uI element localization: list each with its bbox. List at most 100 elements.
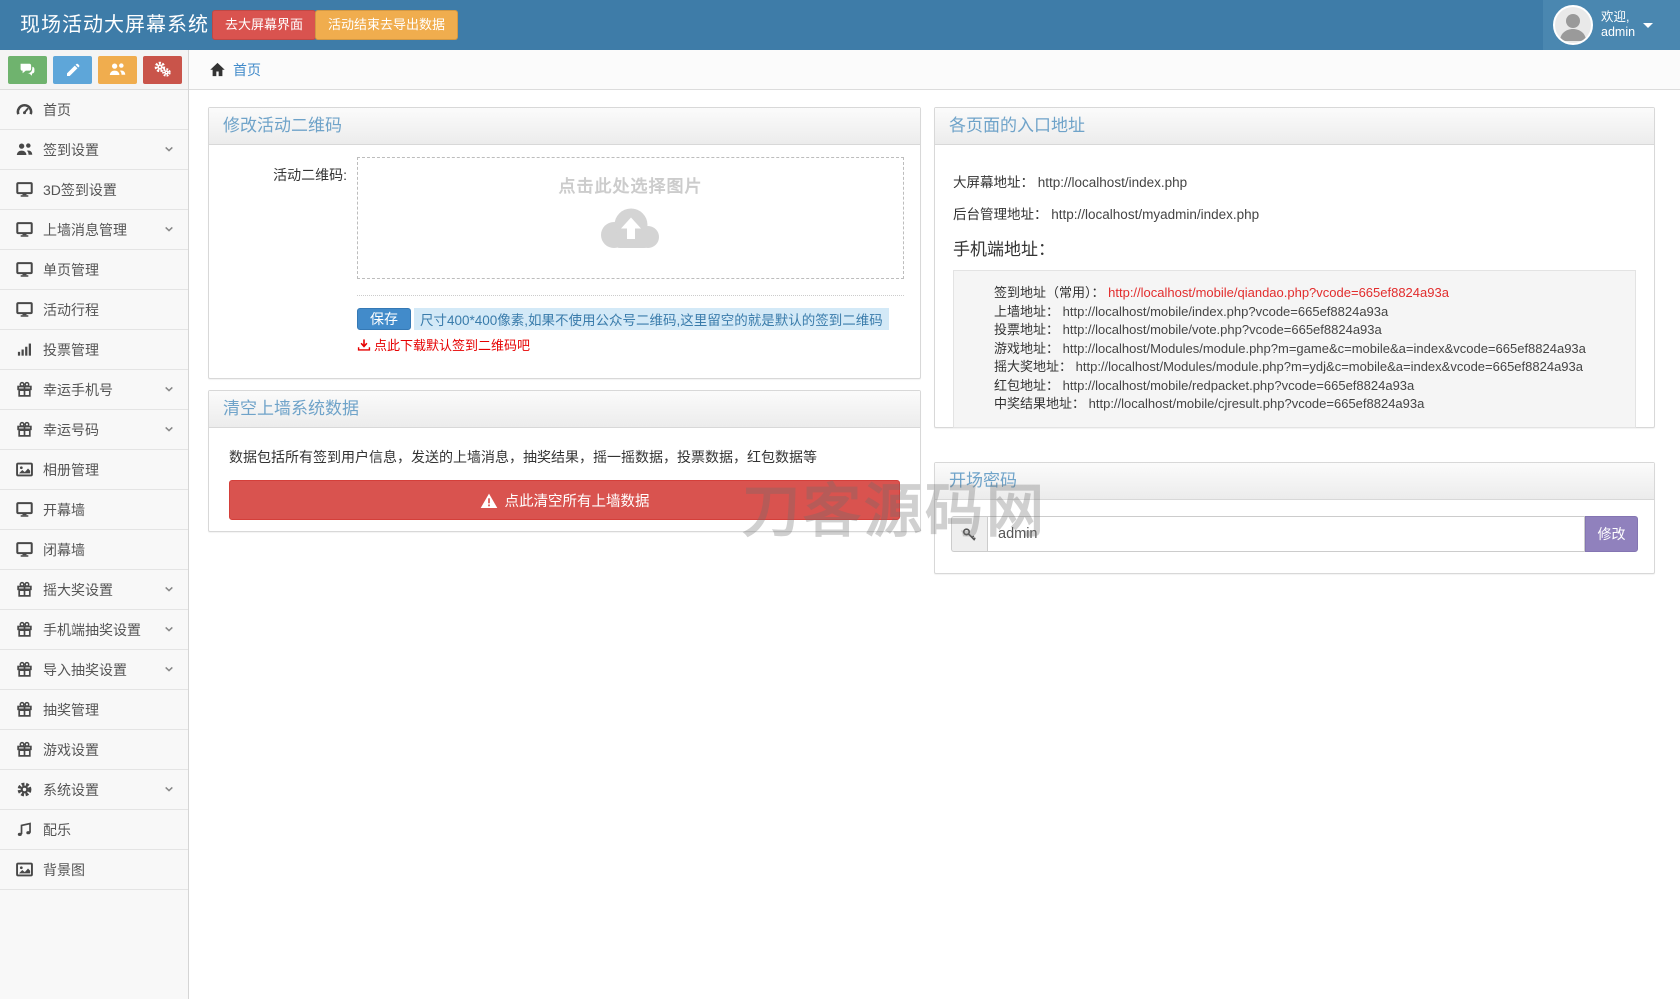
signal-icon (14, 341, 34, 358)
sidebar-item-lucky-phone[interactable]: 幸运手机号 (0, 370, 188, 410)
password-input[interactable] (987, 516, 1585, 552)
key-icon (951, 516, 987, 552)
opening-password-panel: 开场密码 修改 (934, 462, 1655, 574)
desktop-icon (14, 261, 34, 278)
sidebar: 首页 签到设置 3D签到设置 上墙消息管理 单页管理 活动行程 投票管理 幸运手… (0, 50, 189, 999)
download-default-qr-link[interactable]: 点此下载默认签到二维码吧 (357, 335, 904, 354)
desktop-icon (14, 541, 34, 558)
gift-icon (14, 701, 34, 718)
gift-icon (14, 381, 34, 398)
welcome-text: 欢迎, admin (1601, 10, 1636, 39)
goto-bigscreen-button[interactable]: 去大屏幕界面 (212, 10, 317, 40)
signin-address-line: 签到地址（常用）： http://localhost/mobile/qianda… (994, 285, 1449, 300)
sidebar-item-closing-wall[interactable]: 闭幕墙 (0, 530, 188, 570)
avatar (1553, 5, 1593, 45)
user-menu[interactable]: 欢迎, admin (1543, 0, 1680, 50)
mobile-addresses-box: 签到地址（常用）： http://localhost/mobile/qianda… (953, 270, 1636, 428)
gift-icon (14, 421, 34, 438)
divider (357, 295, 904, 296)
home-icon (209, 61, 226, 79)
signin-url[interactable]: http://localhost/mobile/qiandao.php?vcod… (1108, 285, 1449, 300)
panel-title: 开场密码 (935, 463, 1654, 500)
download-icon (357, 337, 371, 353)
save-hint: 尺寸400*400像素,如果不使用公众号二维码,这里留空的就是默认的签到二维码 (414, 308, 889, 330)
desktop-icon (14, 301, 34, 318)
clear-all-button[interactable]: 点此清空所有上墙数据 (229, 480, 900, 520)
top-navbar: 现场活动大屏幕系统 去大屏幕界面 活动结束去导出数据 欢迎, admin (0, 0, 1680, 50)
bigscreen-address-line: 大屏幕地址： http://localhost/index.php (953, 175, 1188, 190)
sidebar-item-opening-wall[interactable]: 开幕墙 (0, 490, 188, 530)
clear-data-panel: 清空上墙系统数据 数据包括所有签到用户信息，发送的上墙消息，抽奖结果，摇一摇数据… (208, 390, 921, 532)
chevron-down-icon (162, 221, 176, 239)
panel-title: 清空上墙系统数据 (209, 391, 920, 428)
shake-prize-address-line: 摇大奖地址： http://localhost/Modules/module.p… (994, 359, 1583, 374)
game-url[interactable]: http://localhost/Modules/module.php?m=ga… (1063, 341, 1586, 356)
upload-placeholder: 点击此处选择图片 (558, 177, 703, 196)
caret-down-icon (1643, 22, 1654, 28)
sidebar-item-vote-management[interactable]: 投票管理 (0, 330, 188, 370)
pencil-icon[interactable] (53, 55, 92, 84)
sidebar-item-lucky-number[interactable]: 幸运号码 (0, 410, 188, 450)
sidebar-item-mobile-lottery[interactable]: 手机端抽奖设置 (0, 610, 188, 650)
wall-address-line: 上墙地址： http://localhost/mobile/index.php?… (994, 303, 1389, 319)
game-address-line: 游戏地址： http://localhost/Modules/module.ph… (994, 340, 1586, 356)
entry-addresses-panel: 各页面的入口地址 大屏幕地址： http://localhost/index.p… (934, 107, 1655, 428)
sidebar-item-background[interactable]: 背景图 (0, 850, 188, 890)
prize-result-address-line: 中奖结果地址： http://localhost/mobile/cjresult… (994, 396, 1425, 411)
chevron-down-icon (162, 621, 176, 639)
shake-prize-url[interactable]: http://localhost/Modules/module.php?m=yd… (1076, 359, 1583, 374)
vote-url[interactable]: http://localhost/mobile/vote.php?vcode=6… (1063, 322, 1382, 337)
desktop-icon (14, 501, 34, 518)
modify-password-button[interactable]: 修改 (1585, 516, 1638, 552)
gift-icon (14, 621, 34, 638)
app-title: 现场活动大屏幕系统 (20, 14, 209, 36)
panel-title: 修改活动二维码 (209, 108, 920, 145)
qr-upload-area[interactable]: 点击此处选择图片 (357, 157, 904, 279)
breadcrumb-bar: 首页 (189, 50, 1680, 90)
breadcrumb[interactable]: 首页 (233, 60, 261, 80)
gift-icon (14, 741, 34, 758)
prize-result-url[interactable]: http://localhost/mobile/cjresult.php?vco… (1089, 396, 1425, 411)
sidebar-item-music[interactable]: 配乐 (0, 810, 188, 850)
mobile-addresses-heading: 手机端地址： (953, 240, 1055, 259)
image-icon (14, 461, 34, 478)
qr-field-label: 活动二维码: (273, 167, 347, 183)
sidebar-item-wall-messages[interactable]: 上墙消息管理 (0, 210, 188, 250)
vote-address-line: 投票地址： http://localhost/mobile/vote.php?v… (994, 322, 1382, 337)
panel-title: 各页面的入口地址 (935, 108, 1654, 145)
save-button[interactable]: 保存 (357, 308, 411, 330)
bigscreen-url[interactable]: http://localhost/index.php (1038, 175, 1187, 190)
sidebar-item-single-page[interactable]: 单页管理 (0, 250, 188, 290)
redpacket-url[interactable]: http://localhost/mobile/redpacket.php?vc… (1063, 378, 1415, 393)
chevron-down-icon (162, 781, 176, 799)
sidebar-item-3d-signin[interactable]: 3D签到设置 (0, 170, 188, 210)
sidebar-item-album[interactable]: 相册管理 (0, 450, 188, 490)
cogs-icon[interactable] (143, 55, 182, 84)
sidebar-item-lottery-management[interactable]: 抽奖管理 (0, 690, 188, 730)
chevron-down-icon (162, 421, 176, 439)
export-data-button[interactable]: 活动结束去导出数据 (315, 10, 459, 40)
sidebar-item-game-settings[interactable]: 游戏设置 (0, 730, 188, 770)
chevron-down-icon (162, 381, 176, 399)
gift-icon (14, 581, 34, 598)
sidebar-item-home[interactable]: 首页 (0, 90, 188, 130)
clear-description: 数据包括所有签到用户信息，发送的上墙消息，抽奖结果，摇一摇数据，投票数据，红包数… (229, 449, 817, 465)
admin-address-line: 后台管理地址： http://localhost/myadmin/index.p… (953, 207, 1260, 222)
sidebar-item-system-settings[interactable]: 系统设置 (0, 770, 188, 810)
sidebar-item-shake-prize[interactable]: 摇大奖设置 (0, 570, 188, 610)
sidebar-toolbar (0, 50, 188, 90)
sidebar-item-event-schedule[interactable]: 活动行程 (0, 290, 188, 330)
chevron-down-icon (162, 661, 176, 679)
users-icon[interactable] (98, 55, 137, 84)
users-icon (14, 141, 34, 158)
music-icon (14, 821, 34, 838)
gift-icon (14, 661, 34, 678)
admin-url[interactable]: http://localhost/myadmin/index.php (1051, 207, 1259, 222)
comments-icon[interactable] (8, 55, 47, 84)
sidebar-item-signin-settings[interactable]: 签到设置 (0, 130, 188, 170)
sidebar-item-import-lottery[interactable]: 导入抽奖设置 (0, 650, 188, 690)
gear-icon (14, 781, 34, 798)
wall-url[interactable]: http://localhost/mobile/index.php?vcode=… (1063, 304, 1389, 319)
qr-code-panel: 修改活动二维码 活动二维码: 点击此处选择图片 保存 尺寸400*400像素,如… (208, 107, 921, 379)
sidebar-menu: 首页 签到设置 3D签到设置 上墙消息管理 单页管理 活动行程 投票管理 幸运手… (0, 90, 188, 890)
